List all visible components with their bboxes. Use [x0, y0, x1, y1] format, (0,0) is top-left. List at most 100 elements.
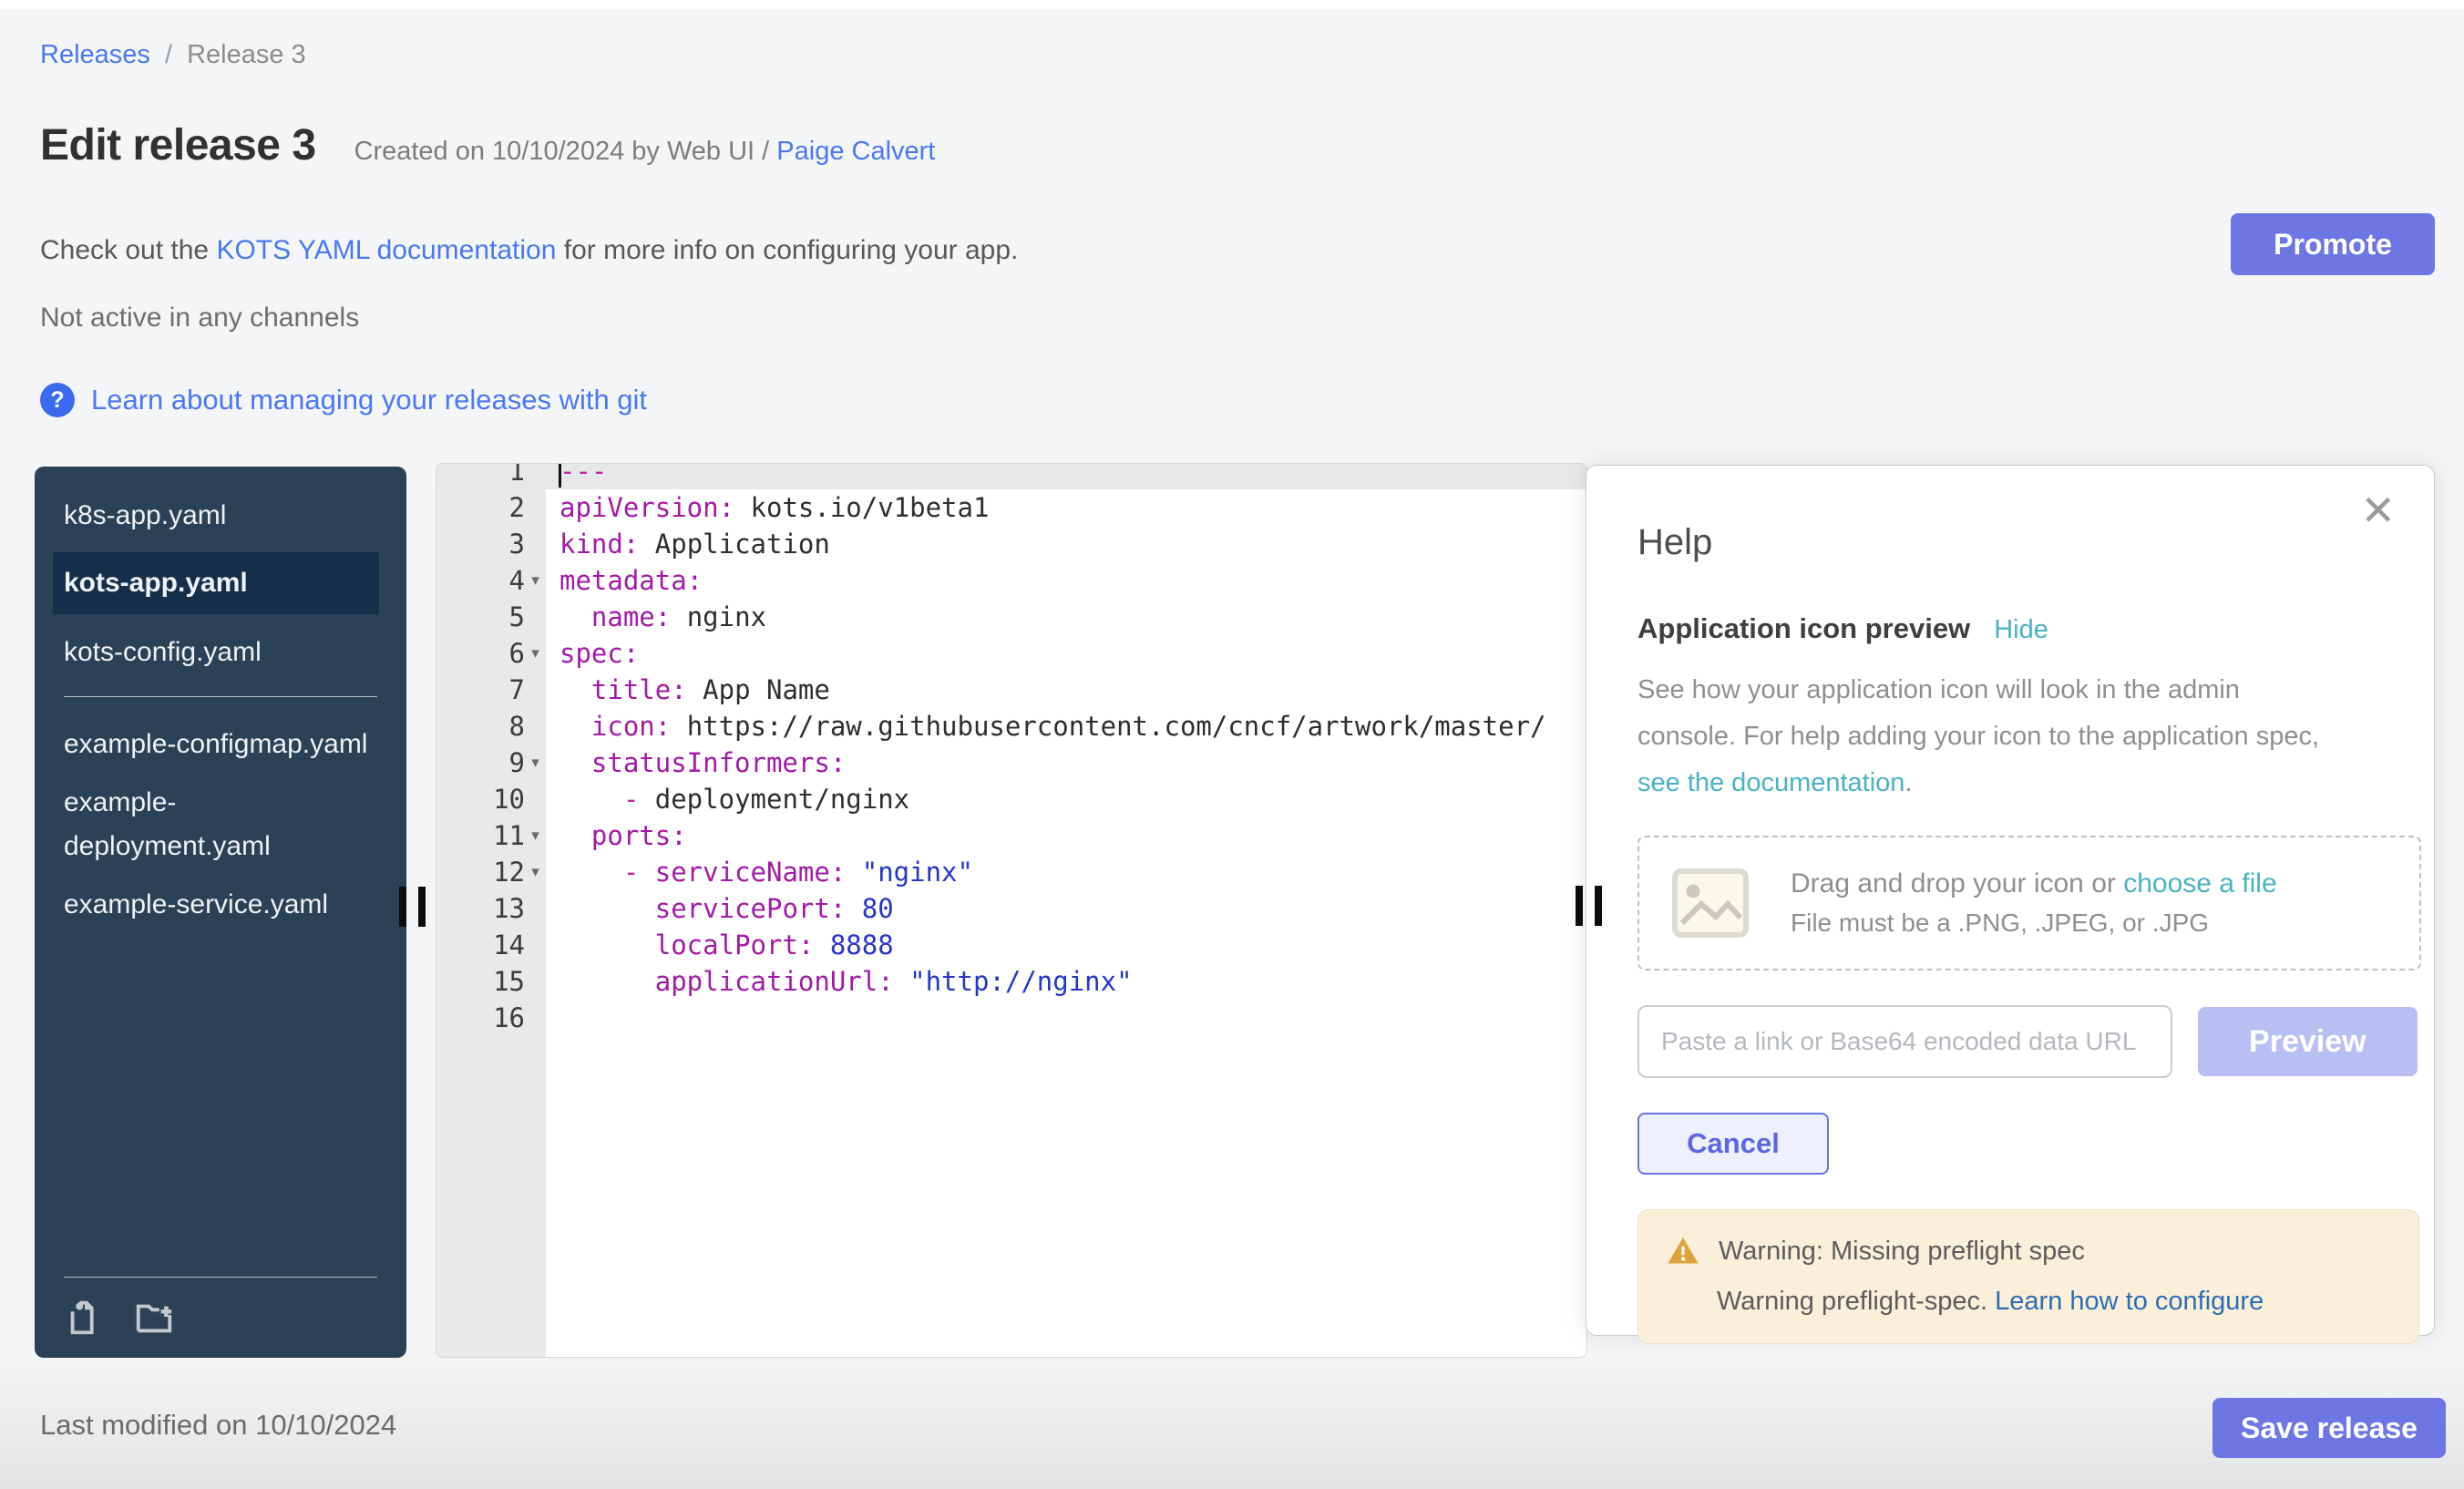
warning-icon	[1666, 1234, 1700, 1268]
docs-line: Check out the KOTS YAML documentation fo…	[40, 235, 1018, 266]
see-documentation-link[interactable]: see the documentation	[1638, 768, 1904, 797]
code-line-1: 1 ---	[436, 463, 1586, 489]
line-number: 15	[436, 966, 525, 997]
code-line-3: 3kind: Application	[436, 526, 1586, 562]
breadcrumb-current: Release 3	[187, 40, 306, 69]
code-text: name: nginx	[546, 601, 766, 632]
help-resize-handle[interactable]	[1576, 886, 1602, 926]
drop-requirements: File must be a .PNG, .JPEG, or .JPG	[1791, 909, 2277, 938]
code-line-10: 10 - deployment/nginx	[436, 781, 1586, 817]
warning-text-2: Warning preflight-spec.	[1717, 1287, 1995, 1316]
file-sidebar: k8s-app.yaml kots-app.yaml kots-config.yam…	[35, 467, 406, 1358]
code-line-8: 8 icon: https://raw.githubusercontent.co…	[436, 708, 1586, 744]
fold-icon[interactable]: ▾	[525, 571, 546, 590]
fold-icon[interactable]: ▾	[525, 754, 546, 772]
code-text: title: App Name	[546, 674, 830, 705]
icon-url-input[interactable]	[1638, 1005, 2172, 1078]
page-title: Edit release 3	[40, 120, 316, 170]
last-modified: Last modified on 10/10/2024	[40, 1409, 396, 1442]
created-line: Created on 10/10/2024 by Web UI / Paige …	[354, 137, 936, 167]
code-line-5: 5 name: nginx	[436, 599, 1586, 635]
breadcrumb-separator: /	[158, 40, 180, 69]
git-help-link[interactable]: Learn about managing your releases with …	[91, 384, 647, 416]
sidebar-file-example-deployment.yaml[interactable]: example-deployment.yaml	[35, 781, 406, 868]
line-number: 16	[436, 1002, 525, 1033]
code-line-7: 7 title: App Name	[436, 672, 1586, 708]
para-period: .	[1904, 768, 1912, 797]
line-number: 11	[436, 820, 525, 851]
file-list: k8s-app.yaml kots-app.yaml kots-config.yam…	[35, 494, 406, 927]
help-title: Help	[1638, 522, 2418, 563]
resize-bar	[418, 887, 426, 927]
fold-icon[interactable]: ▾	[525, 827, 546, 845]
line-number: 2	[436, 492, 525, 523]
yaml-editor[interactable]: 1---2apiVersion: kots.io/v1beta13kind: A…	[436, 463, 1587, 1358]
channel-status: Not active in any channels	[40, 303, 359, 334]
sidebar-bottom	[64, 1277, 377, 1338]
image-placeholder-icon	[1670, 863, 1750, 943]
code-line-15: 15 applicationUrl: "http://nginx"	[436, 963, 1586, 1000]
code-text: - deployment/nginx	[546, 784, 909, 815]
line-number: 9	[436, 747, 525, 778]
sidebar-file-example-service.yaml[interactable]: example-service.yaml	[35, 883, 406, 927]
breadcrumb: Releases / Release 3	[40, 40, 306, 70]
add-folder-icon[interactable]	[133, 1296, 175, 1338]
code-text: icon: https://raw.githubusercontent.com/…	[546, 711, 1546, 742]
code-text: localPort: 8888	[546, 929, 894, 960]
code-line-9: 9▾ statusInformers:	[436, 744, 1586, 781]
code-line-16: 16	[436, 1000, 1586, 1036]
docs-prefix: Check out the	[40, 235, 216, 265]
sidebar-file-kots-config.yaml[interactable]: kots-config.yaml	[35, 631, 406, 674]
line-number: 10	[436, 784, 525, 815]
code-line-14: 14 localPort: 8888	[436, 927, 1586, 963]
kots-docs-link[interactable]: KOTS YAML documentation	[216, 235, 556, 265]
resize-bar	[1595, 886, 1602, 926]
hide-link[interactable]: Hide	[1994, 615, 2048, 645]
code-text: servicePort: 80	[546, 893, 894, 924]
drop-text: Drag and drop your icon or	[1791, 868, 2123, 899]
line-number: 6	[436, 638, 525, 669]
line-number: 13	[436, 893, 525, 924]
save-release-button[interactable]: Save release	[2212, 1398, 2446, 1458]
icon-drop-zone[interactable]: Drag and drop your icon or choose a file…	[1638, 836, 2421, 970]
help-panel: ✕ Help Application icon preview Hide See…	[1586, 465, 2435, 1336]
breadcrumb-releases-link[interactable]: Releases	[40, 40, 150, 69]
git-help-row[interactable]: ? Learn about managing your releases wit…	[40, 383, 647, 417]
line-number: 12	[436, 857, 525, 888]
help-paragraph: See how your application icon will look …	[1638, 667, 2430, 806]
icon-preview-title: Application icon preview	[1638, 612, 1970, 645]
editor-code-area[interactable]: 1---2apiVersion: kots.io/v1beta13kind: A…	[436, 463, 1586, 1036]
fold-icon[interactable]: ▾	[525, 863, 546, 881]
help-para-line1: See how your application icon will look …	[1638, 667, 2430, 714]
preview-button[interactable]: Preview	[2198, 1007, 2418, 1076]
code-text: spec:	[546, 638, 639, 669]
warning-text: Warning: Missing preflight spec	[1719, 1237, 2085, 1267]
configure-preflight-link[interactable]: Learn how to configure	[1995, 1287, 2264, 1316]
help-para-line2: console. For help adding your icon to th…	[1638, 714, 2430, 760]
sidebar-divider	[64, 696, 377, 697]
add-file-icon[interactable]	[64, 1296, 106, 1338]
question-icon: ?	[40, 383, 75, 417]
line-number: 7	[436, 674, 525, 705]
sidebar-resize-handle[interactable]	[399, 887, 426, 927]
line-number: 5	[436, 601, 525, 632]
cancel-button[interactable]: Cancel	[1638, 1113, 1829, 1175]
resize-bar	[1576, 886, 1583, 926]
text-cursor	[559, 463, 561, 488]
fold-icon[interactable]: ▾	[525, 644, 546, 662]
sidebar-file-example-configmap.yaml[interactable]: example-configmap.yaml	[35, 723, 406, 766]
promote-button[interactable]: Promote	[2231, 213, 2435, 275]
choose-file-link[interactable]: choose a file	[2123, 868, 2276, 899]
line-number: 4	[436, 565, 525, 596]
sidebar-file-kots-app.yaml[interactable]: kots-app.yaml	[53, 552, 379, 614]
sidebar-file-k8s-app.yaml[interactable]: k8s-app.yaml	[35, 494, 406, 538]
code-text: ---	[546, 463, 607, 487]
close-icon[interactable]: ✕	[2360, 489, 2396, 531]
code-line-12: 12▾ - serviceName: "nginx"	[436, 854, 1586, 890]
preflight-warning: Warning: Missing preflight spec Warning …	[1638, 1209, 2419, 1344]
line-number: 1	[436, 463, 525, 487]
resize-bar	[399, 887, 406, 927]
docs-suffix: for more info on configuring your app.	[556, 235, 1018, 265]
line-number: 3	[436, 529, 525, 560]
author-link[interactable]: Paige Calvert	[776, 137, 935, 166]
